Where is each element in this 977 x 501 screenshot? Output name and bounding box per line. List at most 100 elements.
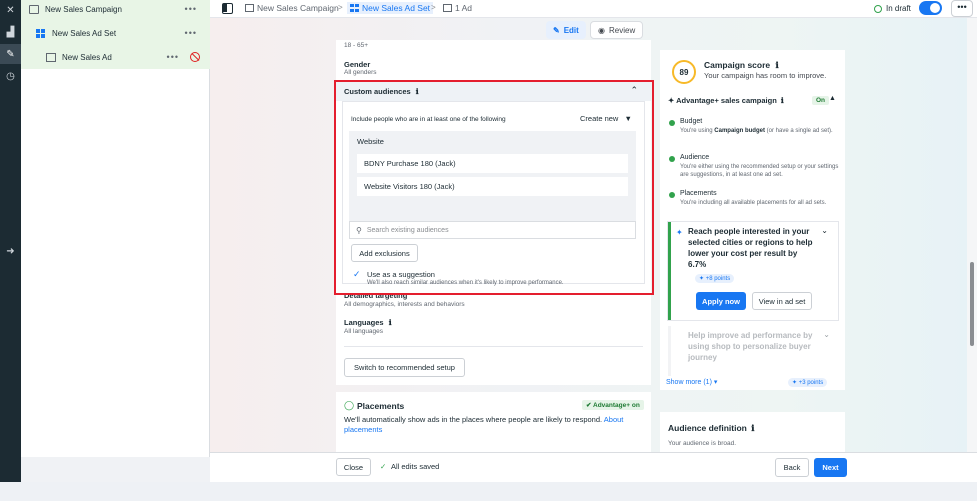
edit-button[interactable]: ✎ Edit: [546, 21, 586, 39]
breadcrumb-label: New Sales Ad Set: [362, 3, 431, 13]
view-in-adset-button[interactable]: View in ad set: [752, 292, 812, 310]
error-icon: [190, 52, 200, 62]
scrollbar-track[interactable]: [967, 18, 977, 457]
footer-bar: Close ✓ All edits saved Back Next: [210, 452, 977, 482]
check-title-budget: Budget: [680, 118, 703, 125]
info-icon[interactable]: ℹ: [389, 318, 392, 327]
left-rail: ✕ ▟ ✎ ◷ ➜: [0, 0, 21, 501]
sparkle-icon: ✦: [699, 276, 705, 282]
sparkle-icon: ✦: [668, 96, 675, 105]
check-title-audience: Audience: [680, 154, 710, 161]
points-label: +3 points: [798, 380, 824, 386]
check-text-audience: You're either using the recommended setu…: [680, 164, 839, 178]
breadcrumb-campaign[interactable]: New Sales Campaign: [245, 3, 339, 13]
audience-definition-title: Audience definition ℹ: [668, 423, 754, 434]
next-button[interactable]: Next: [814, 458, 847, 477]
placements-text: We'll automatically show ads in the plac…: [344, 415, 603, 424]
save-status: ✓ All edits saved: [380, 462, 439, 471]
info-icon[interactable]: ℹ: [781, 96, 784, 105]
placements-title: Placements: [357, 401, 405, 411]
more-icon[interactable]: •••: [185, 28, 197, 38]
tree-item-campaign[interactable]: New Sales Campaign •••: [21, 0, 210, 21]
adset-icon: [350, 4, 359, 12]
languages-value: All languages: [344, 328, 384, 335]
sidebar-toggle-icon[interactable]: [222, 3, 233, 14]
tree-item-adset[interactable]: New Sales Ad Set •••: [21, 21, 210, 45]
info-icon[interactable]: ℹ: [751, 423, 754, 433]
status-label: In draft: [886, 4, 911, 13]
caret-up-icon[interactable]: ▲: [829, 95, 836, 102]
breadcrumb-label: New Sales Campaign: [257, 3, 339, 13]
highlight-frame: [334, 80, 654, 295]
breadcrumb-separator: >: [431, 3, 436, 12]
audience-definition-title-text: Audience definition: [668, 423, 747, 433]
tree-item-ad[interactable]: New Sales Ad •••: [21, 45, 210, 69]
check-text-budget: You're using Campaign budget (or have a …: [680, 127, 840, 135]
breadcrumb-label: 1 Ad: [455, 3, 473, 13]
top-bar: New Sales Campaign > New Sales Ad Set > …: [210, 0, 977, 18]
tree-item-label: New Sales Ad: [62, 52, 112, 62]
campaign-score-title: Campaign score ℹ: [704, 60, 779, 71]
campaign-tree: New Sales Campaign ••• New Sales Ad Set …: [21, 0, 210, 457]
check-text-placements: You're including all available placement…: [680, 200, 827, 206]
more-icon[interactable]: •••: [185, 4, 197, 14]
recommendation-card: ✦ Reach people interested in your select…: [668, 222, 838, 320]
check-text: (or have a single ad set).: [766, 128, 833, 134]
close-icon[interactable]: ✕: [0, 0, 21, 20]
campaign-score-title-text: Campaign score: [704, 60, 771, 70]
campaign-score-card: 89 Campaign score ℹ Your campaign has ro…: [660, 50, 845, 390]
switch-recommended-button[interactable]: Switch to recommended setup: [344, 358, 465, 377]
gender-label: Gender: [344, 60, 371, 69]
tree-item-label: New Sales Ad Set: [52, 28, 117, 38]
chevron-down-icon[interactable]: ⌄: [821, 226, 828, 235]
languages-label: Languages ℹ: [344, 318, 392, 327]
info-icon[interactable]: ℹ: [776, 60, 779, 70]
pencil-icon[interactable]: ✎: [0, 44, 21, 64]
points-badge: ✦ +3 points: [788, 378, 828, 387]
recommendation-title: Help improve ad performance by using sho…: [688, 331, 813, 362]
placements-card: ◯ Placements ✔ Advantage+ on We'll autom…: [336, 392, 651, 457]
save-status-label: All edits saved: [390, 462, 440, 471]
campaign-score-subtitle: Your campaign has room to improve.: [704, 71, 827, 80]
recommendation-title: Reach people interested in your selected…: [688, 227, 813, 269]
detailed-targeting-value: All demographics, interests and behavior…: [344, 301, 465, 308]
status-icon: [874, 4, 882, 13]
history-icon[interactable]: ◷: [0, 66, 21, 86]
breadcrumb-separator: >: [338, 3, 343, 12]
check-title-placements: Placements: [680, 190, 717, 197]
languages-label-text: Languages: [344, 318, 384, 327]
publish-toggle[interactable]: [919, 1, 942, 15]
check-text-bold: Campaign budget: [714, 128, 765, 134]
edit-label: Edit: [563, 25, 579, 35]
more-icon[interactable]: •••: [167, 52, 179, 62]
pencil-icon: ✎: [553, 25, 560, 35]
close-button[interactable]: Close: [336, 458, 371, 476]
more-options-button[interactable]: •••: [951, 0, 973, 17]
audience-definition-text: Your audience is broad.: [668, 440, 737, 447]
folder-icon: [245, 4, 254, 12]
check-icon: [669, 120, 675, 126]
recommendation-card-collapsed[interactable]: Help improve ad performance by using sho…: [668, 326, 838, 376]
tree-item-label: New Sales Campaign: [45, 4, 122, 14]
score-ring: 89: [672, 60, 696, 84]
show-more-link[interactable]: Show more (1) ▾: [666, 378, 717, 386]
folder-icon: [29, 4, 39, 14]
back-button[interactable]: Back: [775, 458, 809, 477]
chevron-down-icon[interactable]: ⌄: [823, 330, 830, 339]
review-button[interactable]: ◉ Review: [590, 21, 644, 39]
draft-status: In draft: [874, 4, 911, 13]
breadcrumb-adset[interactable]: New Sales Ad Set: [347, 2, 434, 14]
ad-icon: [46, 52, 56, 62]
checkmark-icon: ✓: [380, 462, 387, 471]
bottom-strip: [0, 482, 977, 501]
age-value: 18 - 65+: [344, 42, 369, 49]
chart-icon[interactable]: ▟: [0, 22, 21, 42]
ad-icon: [443, 4, 452, 12]
breadcrumb-ad[interactable]: 1 Ad: [443, 3, 472, 13]
adset-icon: [36, 28, 46, 38]
advantage-plus-title-text: Advantage+ sales campaign: [676, 96, 777, 105]
check-icon: [669, 192, 675, 198]
scrollbar-thumb[interactable]: [970, 262, 974, 346]
apply-now-button[interactable]: Apply now: [696, 292, 746, 310]
arrow-right-icon[interactable]: ➜: [0, 241, 21, 261]
